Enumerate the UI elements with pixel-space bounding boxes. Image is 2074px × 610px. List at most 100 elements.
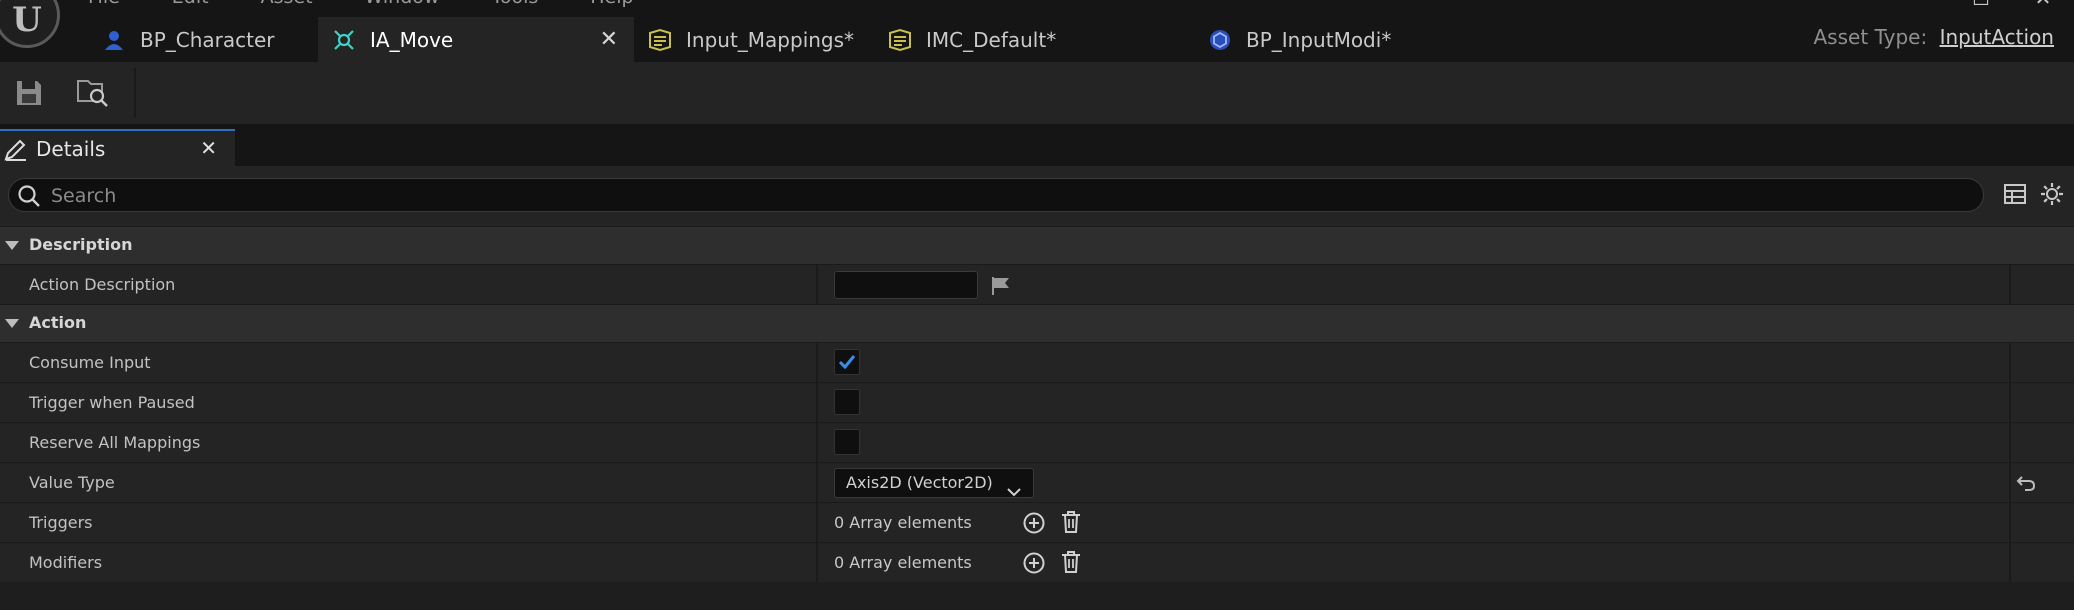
menu-file[interactable]: File <box>88 0 120 8</box>
menu-edit[interactable]: Edit <box>172 0 209 8</box>
tab-bp-character[interactable]: BP_Character <box>88 17 318 62</box>
menu-asset[interactable]: Asset <box>261 0 313 8</box>
value-cell: 0 Array elements <box>834 509 1094 537</box>
column-splitter <box>2009 423 2011 462</box>
array-count: 0 Array elements <box>834 553 972 572</box>
property-matrix-icon[interactable] <box>2004 184 2026 208</box>
menu-bar: File Edit Asset Window Tools Help <box>88 0 686 8</box>
property-row-consume-input: Consume Input <box>0 342 2074 382</box>
section-title: Description <box>29 235 133 254</box>
reserve-all-mappings-checkbox[interactable] <box>834 429 860 455</box>
menu-tools[interactable]: Tools <box>491 0 538 8</box>
column-splitter[interactable] <box>816 343 818 382</box>
collapse-arrow-icon[interactable] <box>5 319 19 328</box>
details-tab-label: Details <box>36 137 106 161</box>
column-splitter[interactable] <box>816 265 818 304</box>
tab-label: BP_InputModi* <box>1246 27 1392 52</box>
property-label: Modifiers <box>29 553 103 572</box>
mapping-context-icon <box>888 28 912 52</box>
close-tab-icon[interactable]: ✕ <box>600 27 618 52</box>
panel-tab-strip: Details ✕ <box>0 124 2074 166</box>
value-cell: 0 Array elements <box>834 549 1094 577</box>
consume-input-checkbox[interactable] <box>834 349 860 375</box>
property-label: Triggers <box>29 513 93 532</box>
close-panel-icon[interactable]: ✕ <box>200 136 217 160</box>
toolbar-separator <box>134 68 136 118</box>
section-description[interactable]: Description <box>0 226 2074 264</box>
trigger-when-paused-checkbox[interactable] <box>834 389 860 415</box>
window-controls: – ☐ ✕ <box>1888 0 2074 10</box>
search-row <box>0 166 2074 226</box>
collapse-arrow-icon[interactable] <box>5 241 19 250</box>
tab-label: Input_Mappings* <box>686 27 855 52</box>
minimize-icon[interactable]: – <box>1888 0 1950 10</box>
tab-input-mappings[interactable]: Input_Mappings* <box>634 17 874 62</box>
save-icon[interactable] <box>9 74 49 112</box>
mapping-context-icon <box>648 28 672 52</box>
edit-pencil-icon <box>4 139 28 165</box>
property-row-modifiers: Modifiers 0 Array elements <box>0 542 2074 582</box>
add-element-icon[interactable] <box>1022 551 1046 579</box>
property-label: Action Description <box>29 275 176 294</box>
close-window-icon[interactable]: ✕ <box>2012 0 2074 10</box>
column-splitter <box>2009 383 2011 422</box>
property-label: Value Type <box>29 473 115 492</box>
property-row-trigger-when-paused: Trigger when Paused <box>0 382 2074 422</box>
asset-type-link[interactable]: InputAction <box>1940 25 2054 49</box>
menu-help[interactable]: Help <box>590 0 633 8</box>
value-cell <box>834 349 860 377</box>
reset-to-default-icon[interactable] <box>2016 475 2036 495</box>
column-splitter <box>2009 543 2011 582</box>
value-cell: Axis2D (Vector2D) <box>834 468 1034 498</box>
column-splitter[interactable] <box>816 423 818 462</box>
checkmark-icon <box>838 355 856 370</box>
column-splitter[interactable] <box>816 543 818 582</box>
localization-flag-icon[interactable] <box>990 276 1012 300</box>
section-action[interactable]: Action <box>0 304 2074 342</box>
input-action-icon <box>332 28 356 52</box>
property-row-triggers: Triggers 0 Array elements <box>0 502 2074 542</box>
asset-toolbar <box>0 62 2074 124</box>
menu-window[interactable]: Window <box>365 0 440 8</box>
delete-all-icon[interactable] <box>1060 510 1082 538</box>
browse-to-asset-icon[interactable] <box>73 74 113 112</box>
add-element-icon[interactable] <box>1022 511 1046 539</box>
tab-bp-inputmodi[interactable]: BP_InputModi* <box>1194 17 1494 62</box>
section-title: Action <box>29 313 87 332</box>
value-cell <box>834 271 1009 299</box>
tab-label: BP_Character <box>140 27 275 52</box>
property-row-reserve-all-mappings: Reserve All Mappings <box>0 422 2074 462</box>
dropdown-value: Axis2D (Vector2D) <box>846 473 993 492</box>
delete-all-icon[interactable] <box>1060 550 1082 578</box>
tab-ia-move[interactable]: IA_Move ✕ <box>318 17 634 62</box>
column-splitter[interactable] <box>816 463 818 502</box>
property-label: Reserve All Mappings <box>29 433 201 452</box>
document-tabs: BP_Character IA_Move ✕ Input_Mappings* I… <box>88 17 1494 62</box>
title-bar: U File Edit Asset Window Tools Help – ☐ … <box>0 0 2074 62</box>
column-splitter <box>2009 265 2011 304</box>
value-cell <box>834 389 860 417</box>
property-row-action-description: Action Description <box>0 264 2074 304</box>
column-splitter[interactable] <box>816 503 818 542</box>
value-cell <box>834 429 860 457</box>
blueprint-class-icon <box>1208 28 1232 52</box>
tab-label: IMC_Default* <box>926 27 1057 52</box>
unreal-logo-icon[interactable]: U <box>0 0 60 48</box>
column-splitter[interactable] <box>816 383 818 422</box>
search-box <box>8 178 1984 213</box>
column-splitter <box>2009 463 2011 502</box>
gear-icon[interactable] <box>2040 182 2064 210</box>
tab-imc-default[interactable]: IMC_Default* <box>874 17 1194 62</box>
array-count: 0 Array elements <box>834 513 972 532</box>
value-type-dropdown[interactable]: Axis2D (Vector2D) <box>834 468 1034 498</box>
maximize-icon[interactable]: ☐ <box>1950 0 2012 10</box>
action-description-field[interactable] <box>834 271 978 299</box>
blueprint-character-icon <box>102 28 126 52</box>
tab-label: IA_Move <box>370 27 454 52</box>
tab-details[interactable]: Details ✕ <box>0 129 235 166</box>
search-input[interactable] <box>49 179 1953 213</box>
asset-type-label: Asset Type: <box>1813 25 1928 49</box>
asset-type-display: Asset Type: InputAction <box>1814 25 2055 49</box>
property-label: Consume Input <box>29 353 151 372</box>
search-icon <box>17 184 41 212</box>
